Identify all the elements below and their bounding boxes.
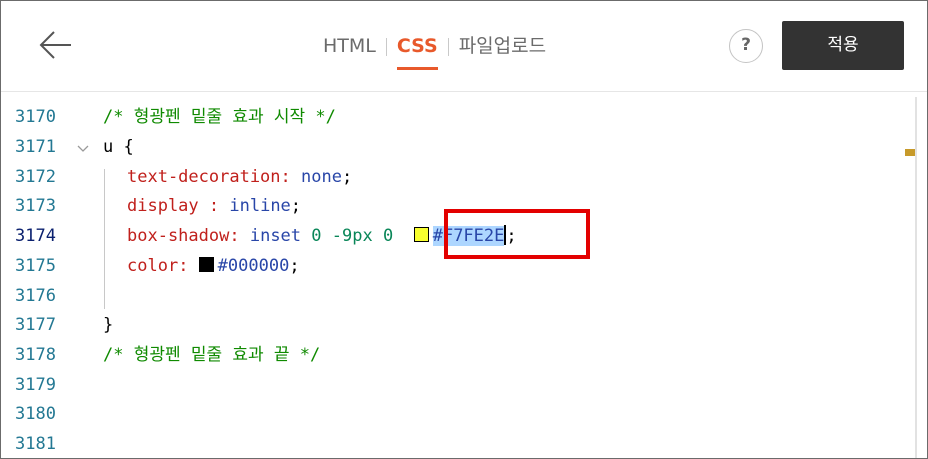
css-editor-window: HTML CSS 파일업로드 ? 적용 3170 3171 3172 3173 … [0, 0, 928, 459]
css-value: inline [229, 196, 291, 216]
code-area[interactable]: /* 형광펜 밑줄 효과 시작 */ u { text-decoration: … [103, 93, 893, 458]
line-number: 3175 [15, 256, 56, 276]
css-selector: u [103, 137, 114, 157]
code-editor[interactable]: 3170 3171 3172 3173 3174 3175 3176 3177 … [1, 93, 927, 458]
line-number: 3173 [15, 196, 56, 216]
css-property: box-shadow [127, 226, 230, 246]
line-number: 3178 [15, 345, 56, 365]
css-colon: : [229, 226, 250, 246]
css-number: 0 [311, 226, 322, 246]
apply-button[interactable]: 적용 [782, 21, 904, 70]
code-line-declaration: text-decoration: none; [127, 166, 352, 188]
tab-html[interactable]: HTML [323, 32, 376, 62]
css-colon: : [178, 256, 199, 276]
css-number: 0 [382, 226, 394, 246]
css-color-value: #000000 [217, 256, 290, 276]
scrollbar-marker [905, 149, 915, 156]
css-number: -9px [331, 226, 373, 246]
back-button[interactable] [37, 25, 77, 65]
color-swatch-icon[interactable] [413, 227, 429, 242]
code-line-declaration: color: #000000; [127, 255, 300, 277]
close-brace: } [103, 315, 114, 335]
open-brace: { [113, 137, 134, 157]
line-number: 3180 [15, 404, 56, 424]
chevron-down-icon [77, 145, 89, 152]
line-number: 3171 [15, 137, 56, 157]
line-number-gutter: 3170 3171 3172 3173 3174 3175 3176 3177 … [1, 93, 101, 458]
css-semicolon: ; [341, 167, 353, 187]
editor-header: HTML CSS 파일업로드 ? 적용 [1, 1, 927, 92]
line-number: 3181 [15, 434, 56, 454]
line-number: 3172 [15, 167, 56, 187]
code-line-selector: u { [103, 136, 134, 158]
arrow-left-icon [39, 31, 71, 59]
vertical-scrollbar[interactable] [893, 93, 927, 458]
css-property: color [127, 256, 179, 276]
code-line-declaration-current: box-shadow: inset 0 -9px 0 #F7FE2E; [127, 225, 517, 247]
tab-css[interactable]: CSS [396, 32, 438, 70]
code-line-declaration: display : inline; [127, 195, 301, 217]
css-colon: : [280, 167, 302, 187]
tab-divider [385, 38, 387, 56]
code-line-comment: /* 형광펜 밑줄 효과 끝 */ [103, 345, 321, 365]
css-property: display [127, 196, 199, 216]
line-number: 3176 [15, 286, 56, 306]
css-semicolon: ; [506, 226, 517, 246]
css-value: none [301, 167, 342, 187]
selected-color-value[interactable]: #F7FE2E [432, 226, 505, 246]
line-number-current: 3174 [15, 226, 56, 246]
css-colon: : [198, 196, 230, 216]
line-number: 3170 [15, 107, 56, 127]
fold-toggle[interactable] [76, 138, 90, 160]
help-button[interactable]: ? [729, 29, 763, 63]
css-semicolon: ; [289, 256, 300, 276]
line-number: 3179 [15, 375, 56, 395]
css-property: text-decoration [127, 167, 281, 187]
scrollbar-track [915, 97, 917, 458]
tab-divider [447, 38, 449, 56]
mode-tabs: HTML CSS 파일업로드 [323, 32, 546, 70]
css-semicolon: ; [290, 196, 302, 216]
code-line-comment: /* 형광펜 밑줄 효과 시작 */ [103, 107, 336, 127]
css-value: inset [249, 226, 302, 246]
color-swatch-icon[interactable] [198, 257, 214, 272]
tab-file-upload[interactable]: 파일업로드 [459, 32, 546, 62]
line-number: 3177 [15, 315, 56, 335]
